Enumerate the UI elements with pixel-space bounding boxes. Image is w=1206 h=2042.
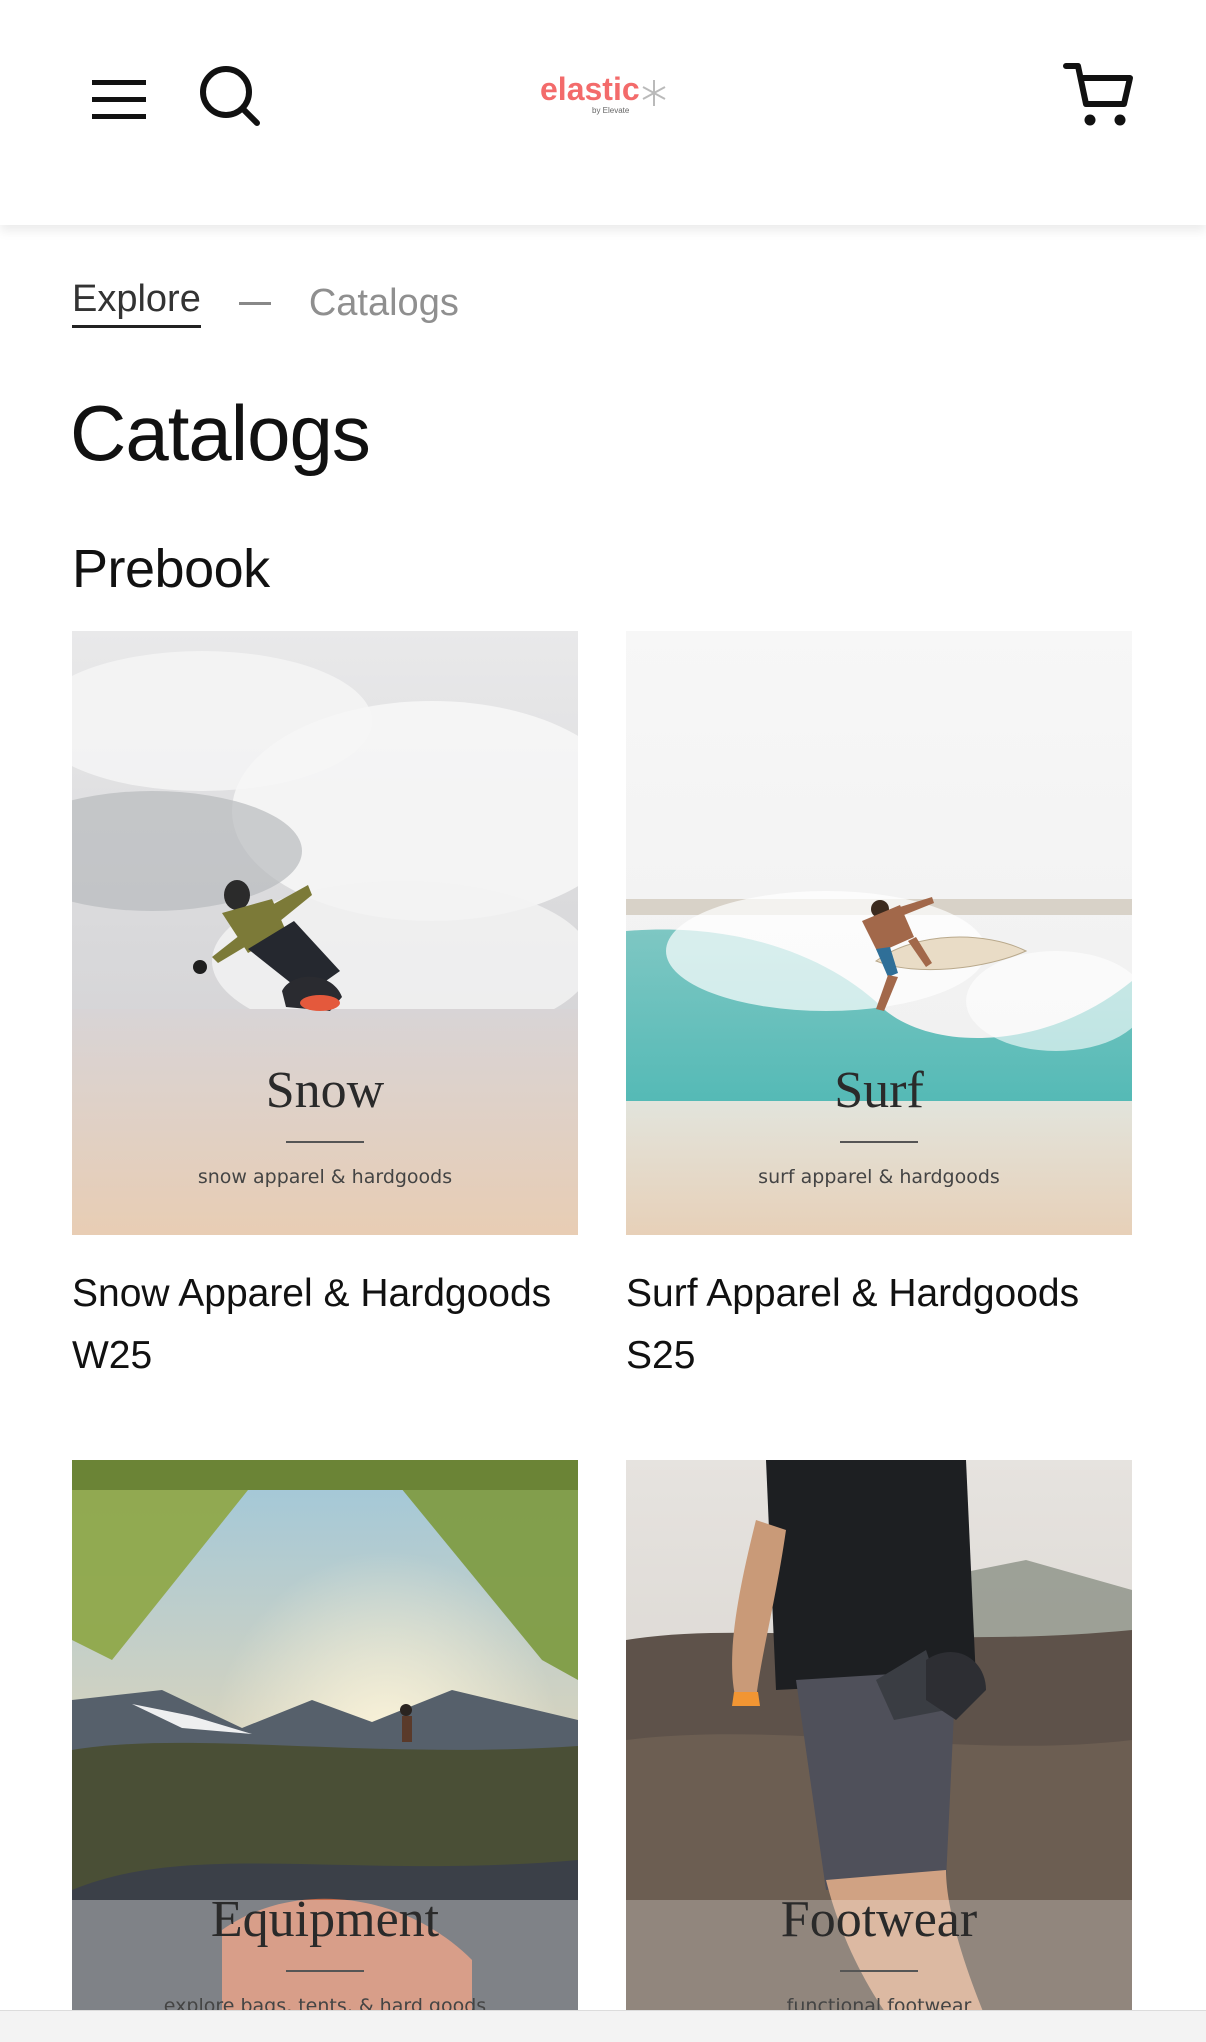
catalog-cover-title-surf: Surf: [834, 1062, 924, 1119]
browser-bottom-bar: [0, 2010, 1206, 2042]
catalog-name-snow: Snow Apparel & Hardgoods W25: [72, 1263, 578, 1387]
catalog-name-line: Snow Apparel & Hardgoods: [72, 1272, 552, 1315]
breadcrumb-current: Catalogs: [308, 281, 459, 324]
search-button[interactable]: [194, 60, 266, 132]
svg-text:elastic: elastic: [540, 71, 640, 107]
catalog-cover-title-footwear: Footwear: [781, 1891, 977, 1948]
brand-logo[interactable]: elastic by Elevate: [536, 66, 686, 122]
cart-icon: [1063, 63, 1133, 126]
catalog-name-surf: Surf Apparel & Hardgoods S25: [626, 1263, 1132, 1387]
catalog-card-snow[interactable]: Snow snow apparel & hardgoods Snow Appar…: [72, 631, 578, 1387]
menu-button[interactable]: [88, 76, 150, 124]
catalogs-page: elastic by Elevate Explore Catalogs Cata…: [0, 0, 1206, 2042]
breadcrumb-explore-link[interactable]: Explore: [72, 278, 201, 328]
page-title: Catalogs: [70, 389, 371, 477]
catalog-cover-subtitle-snow: snow apparel & hardgoods: [198, 1166, 452, 1188]
catalog-cover-surf[interactable]: Surf surf apparel & hardgoods: [626, 631, 1132, 1235]
breadcrumb-separator: [238, 301, 271, 305]
catalog-card-equipment[interactable]: Equipment explore bags, tents, & hard go…: [72, 1460, 578, 2042]
top-header: elastic by Elevate: [0, 0, 1206, 225]
section-title-prebook: Prebook: [72, 539, 270, 599]
catalog-cover-footwear[interactable]: Footwear functional footwear: [626, 1460, 1132, 2042]
catalog-card-surf[interactable]: Surf surf apparel & hardgoods Surf Appar…: [626, 631, 1132, 1387]
svg-text:by Elevate: by Elevate: [592, 106, 630, 115]
catalog-name-line: Surf Apparel & Hardgoods: [626, 1272, 1080, 1315]
catalog-cover-subtitle-surf: surf apparel & hardgoods: [758, 1166, 1000, 1188]
catalog-season: S25: [626, 1334, 696, 1377]
catalog-cover-equipment[interactable]: Equipment explore bags, tents, & hard go…: [72, 1460, 578, 2042]
menu-icon: [92, 80, 146, 119]
breadcrumb: Explore Catalogs: [72, 275, 459, 331]
catalog-cover-title-snow: Snow: [266, 1062, 385, 1119]
catalog-cover-title-equipment: Equipment: [211, 1891, 440, 1948]
catalog-card-footwear[interactable]: Footwear functional footwear: [626, 1460, 1132, 2042]
cart-button[interactable]: [1062, 58, 1136, 132]
catalog-season: W25: [72, 1334, 153, 1377]
catalog-cover-snow[interactable]: Snow snow apparel & hardgoods: [72, 631, 578, 1235]
search-icon: [200, 66, 260, 126]
